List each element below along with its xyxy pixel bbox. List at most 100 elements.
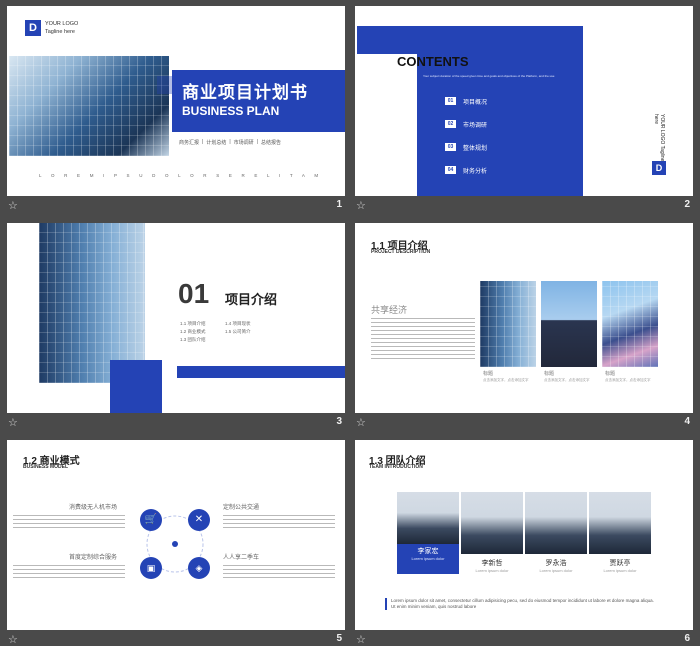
contents-item[interactable]: 04 财务分析 xyxy=(445,165,487,175)
slide-footer: ☆ 2 xyxy=(355,196,693,218)
tag: 市场调研 xyxy=(233,140,254,146)
tag: 商务汇报 xyxy=(179,140,200,146)
side-logo-badge: D xyxy=(652,161,666,175)
slide-1-canvas: D YOUR LOGO Tagline here 商业项目计划书 BUSINES… xyxy=(7,6,345,196)
bag-icon[interactable]: ▣ xyxy=(140,557,162,579)
star-icon[interactable]: ☆ xyxy=(8,633,18,646)
building-photo xyxy=(9,56,169,156)
slide-number: 3 xyxy=(336,416,342,427)
caption-sub: 点击添加文字，点击添加文字 xyxy=(483,378,529,382)
slide-number: 4 xyxy=(684,416,690,427)
contents-panel xyxy=(417,26,583,196)
contents-item[interactable]: 01 项目概况 xyxy=(445,96,487,106)
star-icon[interactable]: ☆ xyxy=(356,416,366,429)
subitem[interactable]: 1.3 团队介绍 xyxy=(180,337,225,343)
slide-6-canvas: 1.3 团队介绍 TEAM INTRODUCTION 李家宏 Lorem ips… xyxy=(355,440,693,630)
item-number: 04 xyxy=(445,166,456,174)
photo-1 xyxy=(480,281,536,367)
model-label: 消费级无人机市场 xyxy=(69,505,118,511)
contents-item[interactable]: 02 市场调研 xyxy=(445,119,487,129)
member-dash: — xyxy=(424,568,432,577)
quote-bar xyxy=(385,598,387,610)
star-icon[interactable]: ☆ xyxy=(8,416,18,429)
model-label: 首度定制综合服务 xyxy=(69,555,118,561)
cube-icon[interactable]: ◈ xyxy=(188,557,210,579)
team-photo-4 xyxy=(589,492,651,554)
section-title: 项目介绍 xyxy=(225,292,278,307)
slide-number: 5 xyxy=(336,633,342,644)
slide-footer: ☆ 4 xyxy=(355,413,693,435)
team-photo-2 xyxy=(461,492,523,554)
item-label: 市场调研 xyxy=(463,122,488,129)
logo-badge: D xyxy=(25,20,41,36)
tag: 总结报告 xyxy=(260,140,281,146)
caption: 标题 xyxy=(544,371,555,377)
member-name: 李家宏 xyxy=(417,548,439,555)
tag-sep: | xyxy=(256,139,258,145)
slide-thumbnail-5[interactable]: 1.2 商业模式 BUSINESS MODEL 消费级无人机市场 定制公共交通 … xyxy=(7,440,345,646)
tag-sep: | xyxy=(229,139,231,145)
subitem[interactable]: 1.1 项目介绍 xyxy=(180,321,225,327)
tag-sep: | xyxy=(202,139,204,145)
photo-3 xyxy=(602,281,658,367)
star-icon[interactable]: ☆ xyxy=(356,633,366,646)
slide-5-canvas: 1.2 商业模式 BUSINESS MODEL 消费级无人机市场 定制公共交通 … xyxy=(7,440,345,630)
slide-thumbnail-3[interactable]: 01 项目介绍 1.1 项目介绍 1.4 项目现状 1.2 商业模式 1.5 公… xyxy=(7,223,345,435)
team-photo-3 xyxy=(525,492,587,554)
photo-2 xyxy=(541,281,597,367)
section-subitems: 1.1 项目介绍 1.4 项目现状 1.2 商业模式 1.5 公司简介 1.3 … xyxy=(180,321,270,343)
item-label: 财务分析 xyxy=(463,168,488,175)
contents-list: 01 项目概况 02 市场调研 03 整体规划 04 财务分析 xyxy=(445,96,487,175)
member-role: Lorem ipsum dolor xyxy=(475,568,509,573)
member-name: 贾跃亭 xyxy=(609,560,631,567)
section-number: 01 xyxy=(178,278,210,309)
caption: 标题 xyxy=(605,371,616,377)
slide-footer: ☆ 3 xyxy=(7,413,345,435)
title-cn: 商业项目计划书 xyxy=(182,83,308,102)
body-text xyxy=(13,565,125,579)
slide-footer: ☆ 6 xyxy=(355,630,693,646)
slide-number: 6 xyxy=(684,633,690,644)
slide-footer: ☆ 1 xyxy=(7,196,345,218)
tools-icon[interactable]: ✕ xyxy=(188,509,210,531)
team-photo-1 xyxy=(397,492,459,544)
title-block: 商业项目计划书 BUSINESS PLAN xyxy=(172,70,345,132)
slide-thumbnail-6[interactable]: 1.3 团队介绍 TEAM INTRODUCTION 李家宏 Lorem ips… xyxy=(355,440,693,646)
model-label: 定制公共交通 xyxy=(223,505,260,511)
caption: 标题 xyxy=(483,371,494,377)
body-text xyxy=(13,515,125,529)
member-role: Lorem ipsum dolor xyxy=(411,556,445,561)
model-label: 人人享二季车 xyxy=(223,555,260,561)
contents-item[interactable]: 03 整体规划 xyxy=(445,142,487,152)
caption-sub: 点击添加文字，点击添加文字 xyxy=(544,378,590,382)
member-name: 李新哲 xyxy=(481,560,503,567)
left-title: 共享经济 xyxy=(371,305,408,315)
slide-3-canvas: 01 项目介绍 1.1 项目介绍 1.4 项目现状 1.2 商业模式 1.5 公… xyxy=(7,223,345,413)
subheading: BUSINESS MODEL xyxy=(23,464,69,470)
star-icon[interactable]: ☆ xyxy=(356,199,366,212)
star-icon[interactable]: ☆ xyxy=(8,199,18,212)
slide-thumbnail-1[interactable]: D YOUR LOGO Tagline here 商业项目计划书 BUSINES… xyxy=(7,6,345,218)
cart-icon[interactable]: 🛒 xyxy=(140,509,162,531)
logo-line-2: Tagline here xyxy=(45,29,75,35)
slide-footer: ☆ 5 xyxy=(7,630,345,646)
glass-building-photo xyxy=(39,223,145,383)
side-logo-text: YOUR LOGO Tagline here xyxy=(653,114,665,162)
logo-line-1: YOUR LOGO xyxy=(45,21,79,27)
item-label: 整体规划 xyxy=(463,145,488,152)
subitem[interactable]: 1.4 项目现状 xyxy=(225,321,270,327)
title-en: BUSINESS PLAN xyxy=(182,104,280,118)
body-text xyxy=(223,515,335,529)
slide-thumbnail-4[interactable]: 1.1 项目介绍 PROJECT DESCRIPTION 共享经济 标题 标题 … xyxy=(355,223,693,435)
tag-row: 商务汇报 | 计划总结 | 市场调研 | 总结报告 xyxy=(179,139,281,146)
tag: 计划总结 xyxy=(206,140,227,146)
subitem[interactable]: 1.5 公司简介 xyxy=(225,329,270,335)
item-number: 02 xyxy=(445,120,456,128)
subheading: TEAM INTRODUCTION xyxy=(369,464,423,470)
team-paragraph: Lorem ipsum dolor sit amet, consectetur … xyxy=(391,598,654,609)
subitem[interactable]: 1.2 商业模式 xyxy=(180,329,225,335)
slide-number: 1 xyxy=(336,199,342,210)
lorem-strip: L O R E M I P S U D O L O R S E R E L I … xyxy=(39,173,323,178)
slide-thumbnail-2[interactable]: CONTENTS Your subject duration of the sp… xyxy=(355,6,693,218)
body-text xyxy=(223,565,335,579)
